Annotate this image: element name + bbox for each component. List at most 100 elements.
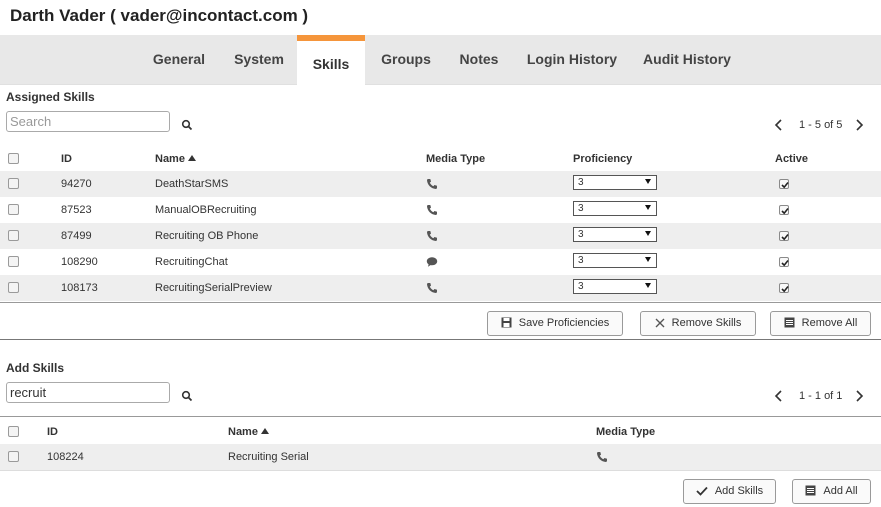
column-header-id[interactable]: ID — [61, 147, 72, 171]
select-all-checkbox[interactable] — [8, 153, 19, 164]
column-header-name-label: Name — [228, 426, 258, 438]
caret-down-icon — [645, 205, 651, 210]
assigned-pager: 1 - 5 of 5 — [773, 115, 873, 135]
active-checkbox[interactable] — [779, 179, 789, 189]
caret-down-icon — [645, 257, 651, 262]
chevron-right-icon[interactable] — [853, 115, 867, 135]
skill-name: RecruitingSerialPreview — [155, 282, 272, 294]
add-all-label: Add All — [823, 485, 858, 497]
proficiency-select[interactable]: 3 — [573, 227, 657, 242]
assigned-search-input[interactable] — [6, 111, 170, 132]
row-checkbox[interactable] — [8, 256, 19, 267]
active-checkbox[interactable] — [779, 257, 789, 267]
skill-name: Recruiting OB Phone — [155, 230, 259, 242]
column-header-active[interactable]: Active — [775, 147, 808, 171]
skill-id: 108290 — [61, 256, 98, 268]
sort-ascending-icon — [187, 155, 196, 161]
tab-system[interactable]: System — [224, 35, 294, 85]
add-search-input[interactable] — [6, 382, 170, 403]
row-checkbox[interactable] — [8, 282, 19, 293]
table-row[interactable]: 87499 Recruiting OB Phone 3 — [0, 223, 881, 249]
skill-name: ManualOBRecruiting — [155, 204, 257, 216]
phone-icon — [426, 282, 438, 294]
remove-all-button[interactable]: Remove All — [770, 311, 871, 336]
add-skills-button[interactable]: Add Skills — [683, 479, 776, 504]
table-row[interactable]: 108173 RecruitingSerialPreview 3 — [0, 275, 881, 301]
column-header-media-type[interactable]: Media Type — [426, 147, 485, 171]
proficiency-value: 3 — [578, 281, 584, 292]
remove-all-label: Remove All — [801, 317, 858, 329]
row-checkbox[interactable] — [8, 451, 19, 462]
chevron-left-icon[interactable] — [773, 386, 787, 406]
add-skills-title: Add Skills — [6, 361, 65, 375]
active-checkbox[interactable] — [779, 231, 789, 241]
pager-text: 1 - 5 of 5 — [799, 119, 843, 131]
chevron-right-icon[interactable] — [853, 386, 867, 406]
list-icon — [805, 482, 816, 505]
row-checkbox[interactable] — [8, 178, 19, 189]
skill-id: 87499 — [61, 230, 92, 242]
column-header-name[interactable]: Name — [155, 147, 196, 171]
proficiency-select[interactable]: 3 — [573, 201, 657, 216]
column-header-id[interactable]: ID — [47, 420, 58, 444]
pager-text: 1 - 1 of 1 — [799, 390, 843, 402]
active-checkbox[interactable] — [779, 283, 789, 293]
tab-groups[interactable]: Groups — [372, 35, 440, 85]
add-skills-label: Add Skills — [714, 485, 764, 497]
tab-login-history[interactable]: Login History — [522, 35, 622, 85]
tab-general[interactable]: General — [142, 35, 216, 85]
row-checkbox[interactable] — [8, 204, 19, 215]
add-table-header: ID Name Media Type — [0, 420, 881, 444]
skill-name: RecruitingChat — [155, 256, 228, 268]
search-icon[interactable] — [181, 118, 195, 132]
skill-id: 108224 — [47, 451, 84, 463]
select-all-checkbox[interactable] — [8, 426, 19, 437]
column-header-name-label: Name — [155, 153, 185, 165]
row-checkbox[interactable] — [8, 230, 19, 241]
tab-notes[interactable]: Notes — [452, 35, 506, 85]
column-header-media-type[interactable]: Media Type — [596, 420, 655, 444]
phone-icon — [426, 204, 438, 216]
divider — [0, 416, 881, 417]
caret-down-icon — [645, 283, 651, 288]
proficiency-value: 3 — [578, 203, 584, 214]
skill-id: 108173 — [61, 282, 98, 294]
save-proficiencies-label: Save Proficiencies — [518, 317, 610, 329]
tab-audit-history[interactable]: Audit History — [638, 35, 736, 85]
chevron-left-icon[interactable] — [773, 115, 787, 135]
column-header-name[interactable]: Name — [228, 420, 269, 444]
table-row[interactable]: 108224 Recruiting Serial — [0, 444, 881, 470]
tab-skills[interactable]: Skills — [297, 35, 365, 85]
list-icon — [784, 314, 795, 337]
caret-down-icon — [645, 179, 651, 184]
proficiency-select[interactable]: 3 — [573, 175, 657, 190]
add-pager: 1 - 1 of 1 — [773, 386, 873, 406]
save-proficiencies-button[interactable]: Save Proficiencies — [487, 311, 623, 336]
phone-icon — [426, 178, 438, 190]
table-row[interactable]: 94270 DeathStarSMS 3 — [0, 171, 881, 197]
skill-name: Recruiting Serial — [228, 451, 309, 463]
skill-id: 87523 — [61, 204, 92, 216]
save-icon — [501, 314, 512, 337]
chat-icon — [426, 256, 438, 268]
tab-bar: General System Skills Groups Notes Login… — [0, 35, 881, 85]
proficiency-value: 3 — [578, 229, 584, 240]
caret-down-icon — [645, 231, 651, 236]
proficiency-select[interactable]: 3 — [573, 253, 657, 268]
table-row[interactable]: 108290 RecruitingChat 3 — [0, 249, 881, 275]
active-checkbox[interactable] — [779, 205, 789, 215]
search-icon[interactable] — [181, 389, 195, 403]
proficiency-select[interactable]: 3 — [573, 279, 657, 294]
divider — [0, 470, 881, 471]
remove-skills-label: Remove Skills — [671, 317, 742, 329]
column-header-proficiency[interactable]: Proficiency — [573, 147, 632, 171]
remove-skills-button[interactable]: Remove Skills — [640, 311, 756, 336]
sort-ascending-icon — [260, 428, 269, 434]
proficiency-value: 3 — [578, 177, 584, 188]
skill-name: DeathStarSMS — [155, 178, 229, 190]
close-icon — [655, 314, 665, 337]
table-row[interactable]: 87523 ManualOBRecruiting 3 — [0, 197, 881, 223]
assigned-table-header: ID Name Media Type Proficiency Active — [0, 147, 881, 171]
add-all-button[interactable]: Add All — [792, 479, 871, 504]
check-icon — [696, 482, 708, 505]
